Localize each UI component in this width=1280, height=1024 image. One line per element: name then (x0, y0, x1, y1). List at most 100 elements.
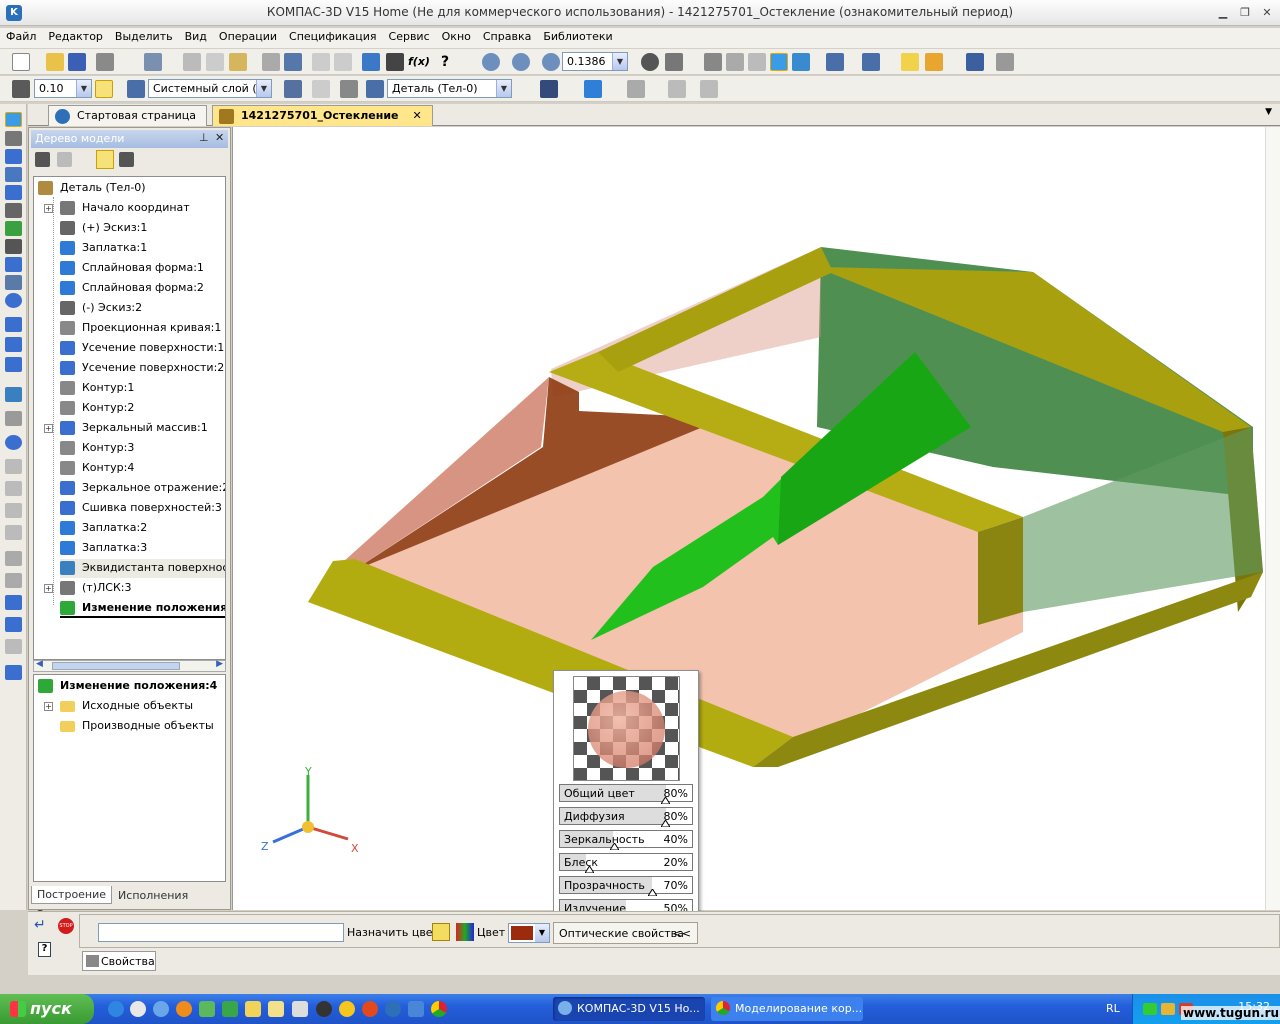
zoom-fit-icon[interactable] (512, 53, 530, 71)
tree-item-offset-surface[interactable]: Эквидистанта поверхности (60, 559, 225, 578)
menu-specification[interactable]: Спецификация (283, 28, 382, 43)
format-brush-icon[interactable] (262, 53, 280, 71)
menu-file[interactable]: Файл (0, 28, 42, 43)
model-tree[interactable]: Деталь (Тел-0) Начало координат + (+) Эски… (33, 176, 226, 660)
cut-icon[interactable] (183, 53, 201, 71)
chrome-icon[interactable] (431, 1001, 447, 1017)
preview-icon[interactable] (144, 53, 162, 71)
thin-lines-icon[interactable] (748, 53, 766, 71)
undo-icon[interactable] (312, 53, 330, 71)
task-kompas[interactable]: КОМПАС-3D V15 Ho... (553, 997, 705, 1021)
firebird-icon[interactable] (362, 1001, 378, 1017)
menu-view[interactable]: Вид (179, 28, 213, 43)
local-cs-icon[interactable] (284, 80, 302, 98)
slider-knob[interactable] (584, 863, 596, 874)
open-folder-icon[interactable] (46, 53, 64, 71)
menu-help[interactable]: Справка (477, 28, 537, 43)
display-icon[interactable] (925, 53, 943, 71)
ie-icon[interactable] (108, 1001, 124, 1017)
filters-panel-icon[interactable] (5, 221, 22, 236)
rib-icon[interactable] (5, 481, 22, 496)
slider-knob[interactable] (647, 886, 659, 897)
sheet-panel-icon[interactable] (5, 293, 22, 308)
app-quick-icon[interactable] (408, 1001, 424, 1017)
tree-view-icon[interactable] (96, 150, 114, 169)
zoom-window-icon[interactable] (482, 53, 500, 71)
firefox-icon[interactable] (176, 1001, 192, 1017)
media-icon[interactable] (130, 1001, 146, 1017)
leaf-icon[interactable] (199, 1001, 215, 1017)
tab-document[interactable]: 1421275701_Остекление ✕ (212, 105, 433, 126)
fillet-icon[interactable] (5, 435, 22, 450)
kinematic-icon[interactable] (5, 357, 22, 372)
tree-filter-icon[interactable] (119, 152, 134, 167)
measure-panel-icon[interactable] (5, 239, 22, 254)
optical-properties-button[interactable]: Оптические свойства << (553, 922, 698, 944)
shaded-icon[interactable] (770, 53, 788, 71)
slider-diffusion[interactable]: Диффузия 80% (559, 807, 693, 828)
color-picker[interactable]: ▼ (508, 923, 550, 943)
spec-panel-icon[interactable] (5, 257, 22, 272)
expand-icon[interactable]: + (44, 584, 53, 593)
slider-knob[interactable] (609, 840, 621, 851)
minimize-button[interactable]: ▁ (1214, 5, 1232, 21)
layer-icon[interactable] (127, 80, 145, 98)
hidden-lines-icon[interactable] (726, 53, 744, 71)
tabs-menu-icon[interactable]: ▼ (1265, 107, 1272, 117)
print-icon[interactable] (96, 53, 114, 71)
layer-combo[interactable]: Системный слой (0) ▼ (148, 79, 272, 98)
move-body-icon[interactable] (5, 665, 22, 680)
zoom-combo[interactable]: 0.1386 ▼ (562, 52, 628, 71)
dimension-icon[interactable] (700, 80, 718, 98)
start-button[interactable]: пуск (0, 994, 94, 1024)
symbol-icon[interactable] (339, 1001, 355, 1017)
variables-icon[interactable] (386, 53, 404, 71)
hole-icon[interactable] (5, 503, 22, 518)
expand-icon[interactable]: + (44, 424, 53, 433)
restore-button[interactable]: ❐ (1236, 5, 1254, 21)
measure-icon[interactable] (966, 53, 984, 71)
folder-quick-icon[interactable] (268, 1001, 284, 1017)
tree-item-move-4[interactable]: Изменение положения:4 (60, 599, 225, 618)
function-icon[interactable]: f(x) (408, 53, 430, 71)
edit-sketch-icon[interactable] (340, 80, 358, 98)
surface-icon[interactable] (584, 80, 602, 98)
reports-panel-icon[interactable] (5, 275, 22, 290)
help-pointer-icon[interactable]: ? (436, 53, 454, 71)
surfaces-panel-icon[interactable] (5, 149, 22, 164)
scroll-right-icon[interactable]: ▶ (216, 659, 223, 669)
browser-icon[interactable] (153, 1001, 169, 1017)
collapse-icon[interactable]: << (673, 927, 691, 940)
close-tab-icon[interactable]: ✕ (413, 109, 422, 122)
detail-combo[interactable]: Деталь (Тел-0) ▼ (387, 79, 512, 98)
properties-icon[interactable] (284, 53, 302, 71)
close-window-button[interactable]: ✕ (1258, 5, 1276, 21)
copy-icon[interactable] (206, 53, 224, 71)
stop-icon[interactable]: STOP (58, 918, 74, 934)
orientation-icon[interactable] (665, 53, 683, 71)
new-file-icon[interactable] (12, 53, 30, 71)
network-icon[interactable] (1143, 1003, 1157, 1015)
undo-cs-icon[interactable] (312, 80, 330, 98)
menu-libraries[interactable]: Библиотеки (537, 28, 618, 43)
name-input[interactable] (98, 923, 344, 942)
extrude-icon[interactable] (5, 317, 22, 332)
eye-icon[interactable] (316, 1001, 332, 1017)
cube-icon[interactable] (901, 53, 919, 71)
mass-icon[interactable] (627, 80, 645, 98)
redo-icon[interactable] (334, 53, 352, 71)
section-icon[interactable] (668, 80, 686, 98)
pen-icon[interactable] (292, 1001, 308, 1017)
chevron-down-icon[interactable]: ▼ (496, 80, 511, 97)
help-icon[interactable]: ? (38, 942, 51, 957)
tab-construction[interactable]: Построение (31, 886, 113, 904)
cursor-step-icon[interactable] (12, 80, 30, 98)
chamfer-icon[interactable] (5, 459, 22, 474)
manager-icon[interactable] (362, 53, 380, 71)
geometry-panel-icon[interactable] (5, 112, 22, 127)
slider-knob[interactable] (659, 817, 671, 828)
wireframe-icon[interactable] (704, 53, 722, 71)
model-viewport[interactable]: Y X Z (232, 127, 1280, 910)
scroll-left-icon[interactable]: ◀ (36, 659, 43, 669)
dimensions-panel-icon[interactable] (5, 203, 22, 218)
